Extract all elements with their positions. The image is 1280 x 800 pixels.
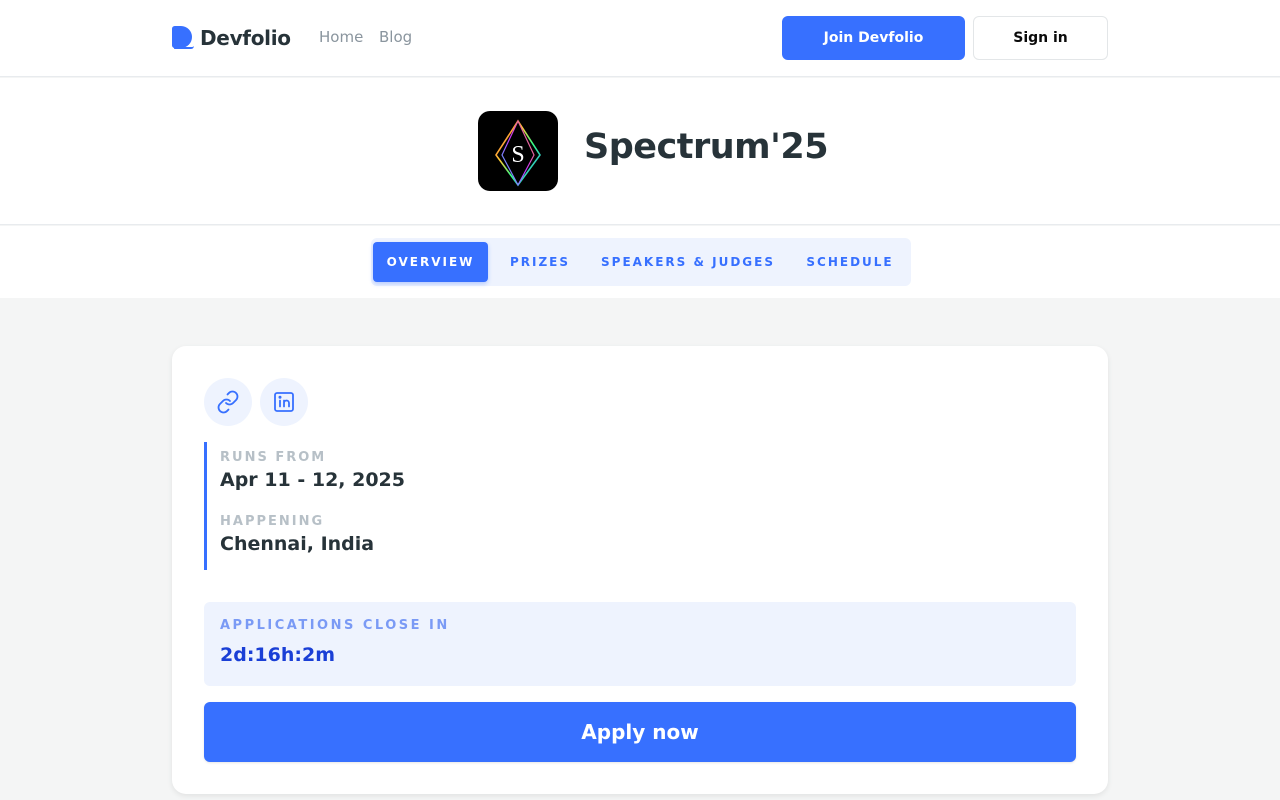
overview-card: RUNS FROM Apr 11 - 12, 2025 HAPPENING Ch…	[172, 346, 1108, 794]
sign-in-button[interactable]: Sign in	[973, 16, 1108, 60]
website-link-button[interactable]	[204, 378, 252, 426]
brand-name: Devfolio	[200, 26, 291, 50]
application-deadline-box: APPLICATIONS CLOSE IN 2d:16h:2m	[204, 602, 1076, 686]
happening-label: HAPPENING	[220, 514, 325, 529]
runs-from-value: Apr 11 - 12, 2025	[220, 469, 405, 491]
apply-now-button[interactable]: Apply now	[204, 702, 1076, 762]
tab-speakers-judges[interactable]: SPEAKERS & JUDGES	[597, 242, 779, 282]
tab-overview[interactable]: OVERVIEW	[373, 242, 488, 282]
join-devfolio-button[interactable]: Join Devfolio	[782, 16, 965, 60]
event-title: Spectrum'25	[584, 127, 829, 167]
runs-from-label: RUNS FROM	[220, 450, 327, 465]
event-logo-letter: S	[511, 142, 524, 168]
devfolio-brand[interactable]: Devfolio	[172, 25, 291, 51]
event-logo: S	[478, 111, 558, 191]
tabs-container: OVERVIEW PRIZES SPEAKERS & JUDGES SCHEDU…	[371, 238, 911, 286]
nav-link-home[interactable]: Home	[319, 28, 363, 46]
tab-bar: OVERVIEW PRIZES SPEAKERS & JUDGES SCHEDU…	[0, 226, 1280, 298]
top-navbar: Devfolio Home Blog Join Devfolio Sign in	[0, 0, 1280, 77]
tab-prizes[interactable]: PRIZES	[499, 242, 581, 282]
devfolio-logo-icon	[172, 26, 194, 50]
event-header: S Spectrum'25	[0, 78, 1280, 225]
event-info: RUNS FROM Apr 11 - 12, 2025 HAPPENING Ch…	[204, 442, 504, 570]
linkedin-icon	[274, 392, 294, 412]
deadline-label: APPLICATIONS CLOSE IN	[220, 618, 450, 633]
happening-value: Chennai, India	[220, 533, 375, 555]
tab-schedule[interactable]: SCHEDULE	[795, 242, 905, 282]
linkedin-button[interactable]	[260, 378, 308, 426]
nav-link-blog[interactable]: Blog	[379, 28, 412, 46]
deadline-countdown: 2d:16h:2m	[220, 644, 336, 666]
link-icon	[217, 390, 239, 414]
